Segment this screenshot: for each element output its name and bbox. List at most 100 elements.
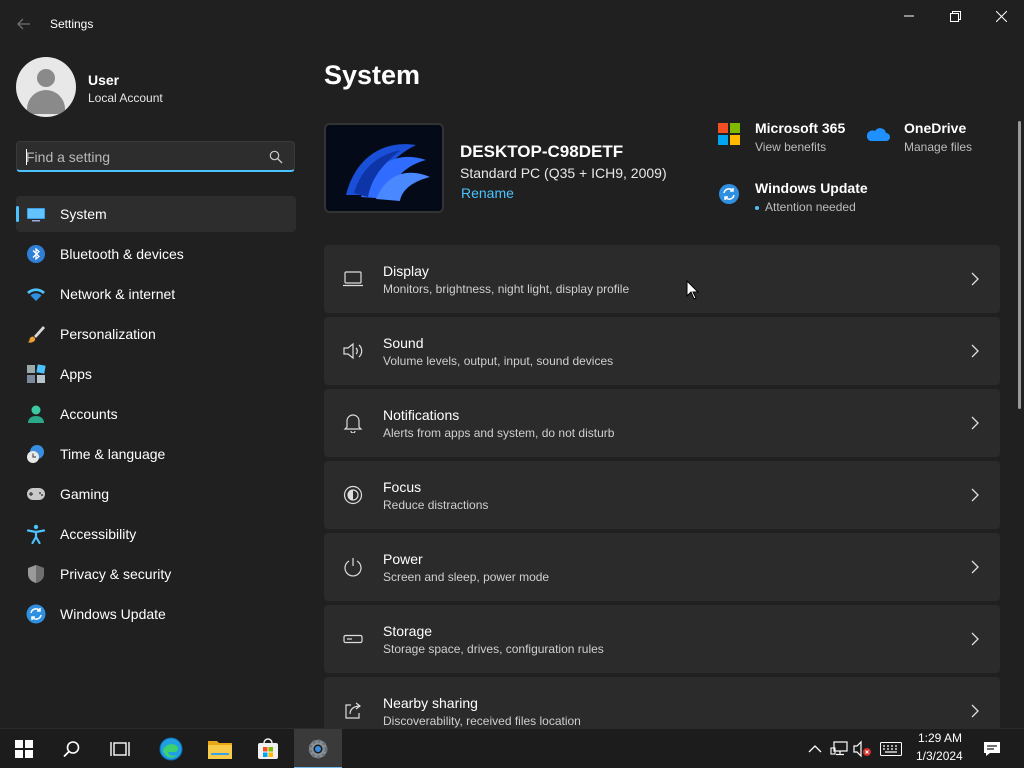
keyboard-icon	[880, 742, 902, 756]
cloud-icon	[866, 128, 890, 141]
store-taskbar-button[interactable]	[244, 729, 292, 768]
sidebar-item-gaming[interactable]: Gaming	[16, 476, 296, 512]
sidebar-item-windows-update[interactable]: Windows Update	[16, 596, 296, 632]
quick-link-windows-update[interactable]: Windows Update Attention needed	[717, 180, 877, 220]
card-focus[interactable]: Focus Reduce distractions	[324, 461, 1000, 529]
system-icon	[26, 204, 46, 224]
start-button[interactable]	[0, 729, 48, 768]
shield-icon	[26, 564, 46, 584]
card-subtitle: Alerts from apps and system, do not dist…	[383, 426, 615, 440]
edge-taskbar-button[interactable]	[147, 729, 195, 768]
quick-link-onedrive[interactable]: OneDrive Manage files	[866, 120, 996, 160]
power-icon	[342, 556, 364, 578]
attention-dot	[755, 206, 759, 210]
accessibility-icon	[26, 524, 46, 544]
apps-icon	[26, 364, 46, 384]
brush-icon	[26, 324, 46, 344]
device-name: DESKTOP-C98DETF	[460, 142, 624, 161]
card-title: Nearby sharing	[383, 695, 478, 711]
network-tray-button[interactable]	[829, 739, 849, 759]
card-storage[interactable]: Storage Storage space, drives, configura…	[324, 605, 1000, 673]
chevron-right-icon	[971, 344, 979, 358]
sidebar-item-personalization[interactable]: Personalization	[16, 316, 296, 352]
network-icon	[830, 741, 848, 756]
card-display[interactable]: Display Monitors, brightness, night ligh…	[324, 245, 1000, 313]
file-explorer-taskbar-button[interactable]	[196, 729, 244, 768]
sidebar-item-label: Accounts	[60, 406, 118, 422]
input-indicator-button[interactable]	[879, 739, 903, 759]
search-input[interactable]	[26, 147, 266, 167]
taskbar-clock-time[interactable]: 1:29 AM	[918, 731, 962, 745]
show-hidden-icons-button[interactable]	[805, 739, 825, 759]
card-power[interactable]: Power Screen and sleep, power mode	[324, 533, 1000, 601]
chevron-right-icon	[971, 272, 979, 286]
store-bag-icon	[258, 738, 278, 759]
back-button[interactable]	[12, 12, 36, 36]
sidebar-item-network[interactable]: Network & internet	[16, 276, 296, 312]
quick-link-subtitle: Attention needed	[765, 200, 856, 214]
chevron-right-icon	[971, 632, 979, 646]
task-view-button[interactable]	[96, 729, 144, 768]
card-nearby-sharing[interactable]: Nearby sharing Discoverability, received…	[324, 677, 1000, 728]
quick-link-microsoft-365[interactable]: Microsoft 365 View benefits	[717, 120, 857, 160]
sidebar-item-label: Network & internet	[60, 286, 176, 302]
rename-link[interactable]: Rename	[461, 185, 514, 201]
wifi-icon	[26, 284, 46, 304]
sidebar-item-bluetooth[interactable]: Bluetooth & devices	[16, 236, 296, 272]
device-wallpaper-thumbnail	[324, 123, 444, 213]
speaker-icon	[342, 340, 364, 362]
sidebar-item-accessibility[interactable]: Accessibility	[16, 516, 296, 552]
maximize-button[interactable]	[932, 0, 978, 32]
search-taskbar-button[interactable]	[48, 729, 96, 768]
focus-icon	[342, 484, 364, 506]
scrollbar[interactable]	[1018, 121, 1021, 409]
settings-taskbar-button[interactable]	[294, 729, 342, 768]
card-title: Storage	[383, 623, 433, 639]
chevron-right-icon	[971, 416, 979, 430]
close-icon	[995, 10, 1007, 22]
folder-icon	[208, 741, 232, 759]
minimize-button[interactable]	[886, 0, 932, 32]
sidebar-item-time-language[interactable]: Time & language	[16, 436, 296, 472]
quick-link-subtitle: Manage files	[904, 140, 973, 154]
sidebar-item-accounts[interactable]: Accounts	[16, 396, 296, 432]
search-icon	[63, 741, 80, 758]
avatar-body-shape	[27, 90, 65, 114]
person-icon	[26, 404, 46, 424]
taskbar-clock-date[interactable]: 1/3/2024	[916, 749, 963, 763]
notification-center-button[interactable]	[982, 739, 1002, 759]
card-subtitle: Screen and sleep, power mode	[383, 570, 550, 584]
update-icon	[26, 604, 46, 624]
card-title: Notifications	[383, 407, 460, 423]
card-title: Power	[383, 551, 423, 567]
card-title: Display	[383, 263, 429, 279]
sidebar-item-label: Personalization	[60, 326, 156, 342]
sidebar-nav: System Bluetooth & devices Network & int…	[16, 196, 296, 636]
arrow-left-icon	[17, 18, 30, 30]
speaker-muted-icon	[853, 740, 871, 758]
search-icon	[269, 150, 283, 164]
sidebar-item-label: Time & language	[60, 446, 166, 462]
chevron-up-icon	[808, 745, 822, 753]
avatar-head-shape	[37, 69, 55, 87]
storage-icon	[342, 628, 364, 650]
share-icon	[342, 700, 364, 722]
sidebar-item-privacy[interactable]: Privacy & security	[16, 556, 296, 592]
chevron-right-icon	[971, 560, 979, 574]
card-sound[interactable]: Sound Volume levels, output, input, soun…	[324, 317, 1000, 385]
volume-tray-button[interactable]	[853, 739, 873, 759]
edge-browser-icon	[159, 737, 183, 761]
display-icon	[342, 268, 364, 290]
avatar[interactable]	[16, 57, 76, 117]
search-box[interactable]	[16, 141, 295, 172]
chevron-right-icon	[971, 488, 979, 502]
device-model: Standard PC (Q35 + ICH9, 2009)	[460, 165, 667, 181]
sidebar-item-label: Gaming	[60, 486, 110, 502]
sidebar-item-apps[interactable]: Apps	[16, 356, 296, 392]
clock-globe-icon	[26, 444, 46, 464]
card-notifications[interactable]: Notifications Alerts from apps and syste…	[324, 389, 1000, 457]
sidebar-item-label: Accessibility	[60, 526, 137, 542]
sidebar-item-system[interactable]: System	[16, 196, 296, 232]
close-button[interactable]	[978, 0, 1024, 32]
card-title: Focus	[383, 479, 422, 495]
